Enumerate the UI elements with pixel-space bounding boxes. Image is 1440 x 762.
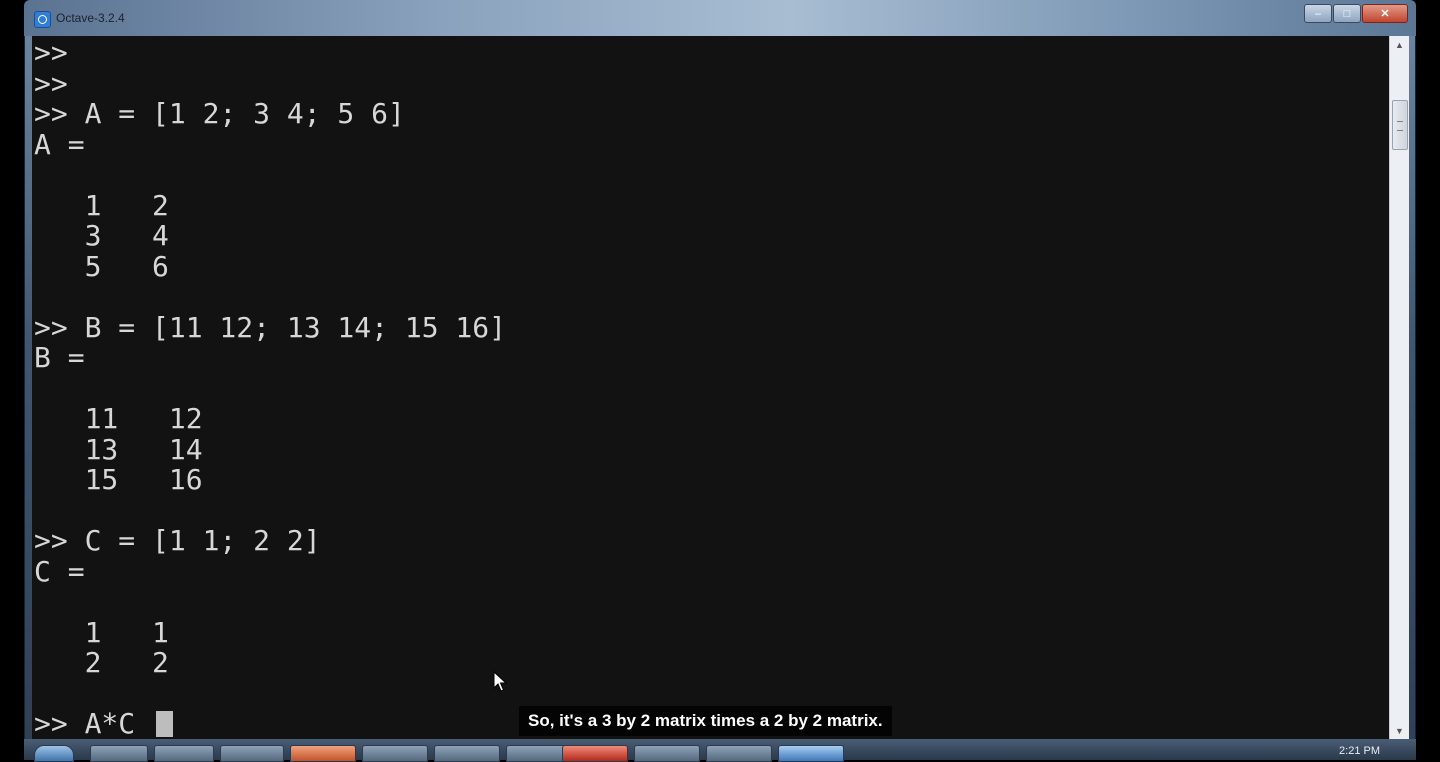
- title-bar[interactable]: Octave-3.2.4 – □ ✕: [24, 0, 1416, 36]
- scroll-up-arrow-icon[interactable]: ▲: [1390, 36, 1409, 53]
- taskbar-clock[interactable]: 2:21 PM: [1339, 745, 1380, 757]
- console-line: >> A = [1 2; 3 4; 5 6]: [34, 97, 405, 130]
- vertical-scrollbar[interactable]: ▲ ▼: [1389, 36, 1409, 739]
- console-line: 5 6: [34, 249, 169, 283]
- console-line: >>: [34, 36, 68, 69]
- console-text: >> >> >> A = [1 2; 3 4; 5 6] A = 1 2 3 4…: [32, 36, 1389, 739]
- console-line: 13 14: [34, 432, 203, 466]
- taskbar-item-browser[interactable]: [562, 745, 628, 762]
- maximize-button[interactable]: □: [1333, 4, 1361, 23]
- console-line: 1 1: [34, 615, 169, 649]
- window-controls: – □ ✕: [1304, 4, 1408, 23]
- taskbar-item-files[interactable]: [362, 745, 428, 762]
- console-line: 3 4: [34, 219, 169, 252]
- console-line: 1 2: [34, 188, 169, 222]
- console-line: >>: [34, 66, 68, 100]
- console-line: C =: [34, 554, 85, 588]
- console-output[interactable]: >> >> >> A = [1 2; 3 4; 5 6] A = 1 2 3 4…: [32, 36, 1389, 739]
- octave-window: Octave-3.2.4 – □ ✕ >> >> >> A = [1 2; 3 …: [24, 0, 1416, 762]
- taskbar-item-powerpoint[interactable]: [290, 745, 356, 762]
- taskbar-item-media[interactable]: [154, 745, 214, 762]
- start-button[interactable]: [34, 745, 74, 762]
- console-line: 15 16: [34, 463, 203, 496]
- console-line: B =: [34, 341, 85, 374]
- grip-icon: [1397, 121, 1403, 131]
- taskbar-item-explorer[interactable]: [90, 745, 148, 762]
- console-line: 2 2: [34, 646, 169, 679]
- console-current-input[interactable]: >> A*C: [34, 707, 152, 739]
- taskbar-item-octave[interactable]: [778, 745, 844, 762]
- video-caption: So, it's a 3 by 2 matrix times a 2 by 2 …: [519, 706, 892, 736]
- taskbar-item-app[interactable]: [220, 745, 284, 762]
- console-line: >> C = [1 1; 2 2]: [34, 524, 321, 557]
- minimize-button[interactable]: –: [1304, 4, 1332, 23]
- octave-app-icon: [34, 11, 51, 28]
- text-cursor: [156, 711, 174, 737]
- console-line: A =: [34, 127, 85, 161]
- taskbar-item-settings[interactable]: [634, 745, 700, 762]
- taskbar: 2:21 PM: [24, 739, 1416, 762]
- taskbar-item-document[interactable]: [706, 745, 772, 762]
- taskbar-item-monitor[interactable]: [434, 745, 500, 762]
- console-line: 11 12: [34, 402, 203, 435]
- scrollbar-thumb[interactable]: [1392, 100, 1408, 150]
- close-button[interactable]: ✕: [1362, 4, 1408, 23]
- console-line: >> B = [11 12; 13 14; 15 16]: [34, 310, 507, 344]
- scroll-down-arrow-icon[interactable]: ▼: [1390, 722, 1409, 739]
- mouse-pointer-icon: [493, 671, 507, 692]
- window-title: Octave-3.2.4: [56, 11, 125, 25]
